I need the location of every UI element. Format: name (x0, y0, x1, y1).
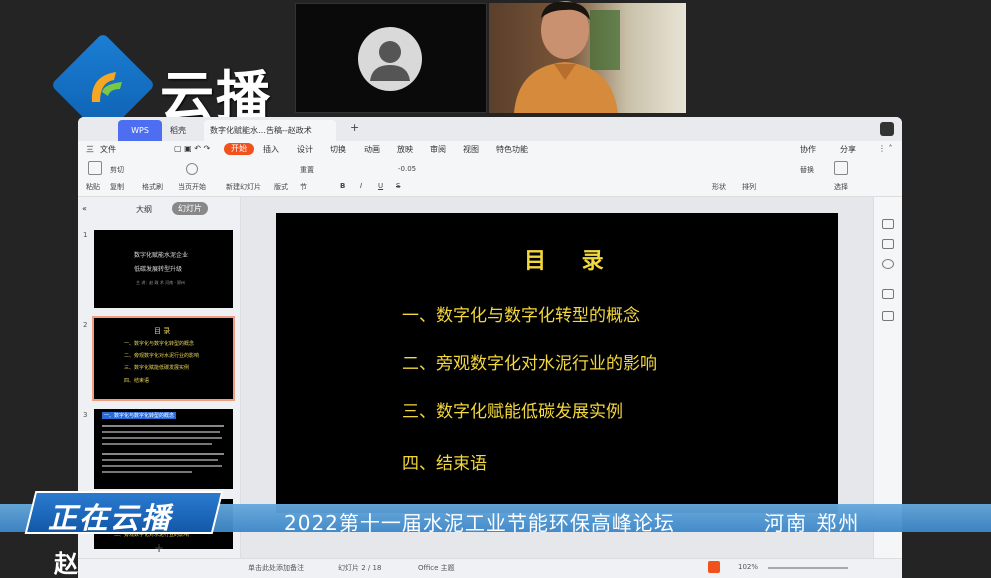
copy-button[interactable]: 复制 (110, 182, 124, 192)
format-painter-button[interactable]: 格式刷 (142, 182, 163, 192)
thumb-item: 二、旁观数字化对水泥行业的影响 (124, 353, 200, 359)
menu-transition[interactable]: 切换 (330, 144, 346, 155)
menu-bar: 三 文件 ▢ ▣ ↶ ↷ 开始 插入 设计 切换 动画 放映 审阅 视图 特色功… (78, 141, 902, 157)
magic-icon[interactable] (882, 289, 894, 299)
paste-icon[interactable] (88, 161, 102, 175)
tab-slides[interactable]: 幻灯片 (172, 202, 208, 215)
italic-button[interactable]: I (360, 182, 362, 190)
thumb-text-line (102, 459, 218, 461)
thumb-header: 一、数字化与数字化转型的概念 (102, 412, 177, 419)
thumb-item: 三、数字化赋能低碳发展实例 (124, 365, 190, 371)
menu-file[interactable]: 文件 (100, 144, 116, 155)
tab-bar: WPS 稻壳 数字化赋能水…告稿--赵政术 + (78, 117, 902, 141)
tab-outline[interactable]: 大纲 (136, 204, 152, 215)
add-slide-button[interactable]: + (154, 541, 164, 555)
thumb-title: 目 录 (154, 327, 171, 335)
thumb-subtitle: 主 讲：赵 政 术 河南 · 郑州 (136, 280, 185, 285)
slide-item-2: 二、旁观数字化对水泥行业的影响 (402, 354, 657, 374)
zoom-level: 102% (738, 563, 759, 571)
slide-number: 2 (83, 321, 88, 329)
event-title: 2022第十一届水泥工业节能环保高峰论坛 (284, 511, 675, 535)
copy-format-icon[interactable] (882, 311, 894, 321)
select-button[interactable]: 选择 (834, 182, 848, 192)
thumb-text-line (102, 437, 222, 439)
history-icon[interactable] (882, 259, 894, 269)
bold-button[interactable]: B (340, 182, 345, 190)
slide-thumbnail-3[interactable]: 一、数字化与数字化转型的概念 (94, 409, 233, 489)
menu-design[interactable]: 设计 (297, 144, 313, 155)
zoom-slider[interactable] (768, 567, 848, 569)
cut-button[interactable]: 剪切 (110, 165, 124, 175)
window-control-icon[interactable] (880, 122, 894, 136)
screen: 云播 WPS 稻壳 数字化赋能水…告稿--赵政术 + 三 文件 ▢ ▣ ↶ ↷ … (0, 0, 991, 578)
thumb-text-line (102, 431, 220, 433)
menu-features[interactable]: 特色功能 (496, 144, 528, 155)
shapes-button[interactable]: 形状 (712, 182, 726, 192)
avatar-placeholder-icon (358, 27, 422, 91)
replace-button[interactable]: 替换 (800, 165, 814, 175)
share-button[interactable]: 分享 (840, 144, 856, 155)
play-slideshow-icon[interactable] (708, 561, 720, 573)
thumb-item: 四、结束语 (124, 378, 150, 384)
menu-file-icons[interactable]: ▢ ▣ ↶ ↷ (174, 144, 210, 153)
menu-slideshow[interactable]: 放映 (397, 144, 413, 155)
style-icon[interactable] (882, 239, 894, 249)
start-current-button[interactable]: 当页开始 (178, 182, 206, 192)
tab-document[interactable]: 数字化赋能水…告稿--赵政术 (204, 120, 336, 141)
thumb-text-line (102, 425, 224, 427)
event-location: 河南 郑州 (764, 511, 861, 535)
paste-button[interactable]: 粘贴 (86, 182, 100, 192)
slide-item-4: 四、结束语 (402, 454, 487, 474)
slide-number: 3 (83, 411, 88, 419)
logo-swoosh-icon (91, 72, 122, 102)
thumb-text-line (102, 453, 224, 455)
font-size-field[interactable]: -0.05 (398, 165, 416, 173)
menu-insert[interactable]: 插入 (263, 144, 279, 155)
menu-hamburger[interactable]: 三 (86, 144, 94, 155)
collab-button[interactable]: 协作 (800, 144, 816, 155)
thumb-text-line (102, 443, 212, 445)
current-slide[interactable]: 目 录 一、数字化与数字化转型的概念 二、旁观数字化对水泥行业的影响 三、数字化… (276, 213, 838, 513)
new-tab-button[interactable]: + (350, 121, 359, 134)
thumb-title: 数字化赋能水泥企业 (134, 252, 189, 259)
menu-review[interactable]: 审阅 (430, 144, 446, 155)
select-icon[interactable] (834, 161, 848, 175)
status-bar: 单击此处添加备注 幻灯片 2 / 18 Office 主题 102% (78, 558, 902, 578)
slide-title: 目 录 (524, 248, 618, 274)
tab-wps[interactable]: WPS (118, 120, 162, 141)
slide-item-3: 三、数字化赋能低碳发展实例 (402, 402, 623, 422)
thumb-text-line (102, 465, 222, 467)
notes-hint[interactable]: 单击此处添加备注 (248, 563, 304, 573)
slide-item-1: 一、数字化与数字化转型的概念 (402, 306, 640, 326)
layout-button[interactable]: 版式 (274, 182, 288, 192)
settings-icon[interactable] (882, 219, 894, 229)
slide-number: 1 (83, 231, 88, 239)
live-badge-text: 正在云播 (48, 501, 173, 535)
speaker-figure (514, 1, 620, 113)
more-icon[interactable]: ⋮ ˄ (878, 144, 893, 153)
tab-docer[interactable]: 稻壳 (164, 120, 208, 141)
arrange-button[interactable]: 排列 (742, 182, 756, 192)
menu-animation[interactable]: 动画 (364, 144, 380, 155)
theme-label: Office 主题 (418, 564, 455, 572)
thumb-item: 一、数字化与数字化转型的概念 (124, 341, 195, 347)
slide-thumbnail-2[interactable]: 目 录 一、数字化与数字化转型的概念 二、旁观数字化对水泥行业的影响 三、数字化… (92, 316, 235, 401)
slide-info: 幻灯片 2 / 18 (338, 564, 382, 572)
underline-button[interactable]: U (378, 182, 383, 190)
reset-button[interactable]: 重置 (300, 165, 314, 175)
menu-view[interactable]: 视图 (463, 144, 479, 155)
slide-thumbnail-1[interactable]: 数字化赋能水泥企业 低碳发展转型升级 主 讲：赵 政 术 河南 · 郑州 (94, 230, 233, 308)
menu-home[interactable]: 开始 (224, 143, 254, 155)
section-button[interactable]: 节 (300, 182, 307, 192)
speaker-name: 赵 (54, 550, 78, 578)
thumb-text-line (102, 471, 192, 473)
thumb-title: 低碳发展转型升级 (134, 266, 183, 273)
strike-button[interactable]: S (396, 182, 400, 190)
new-slide-button[interactable]: 新建幻灯片 (226, 182, 261, 192)
collapse-panel-icon[interactable]: « (82, 204, 87, 213)
play-icon[interactable] (186, 163, 198, 175)
ribbon-toolbar: 粘贴 剪切 复制 格式刷 当页开始 新建幻灯片 版式 节 重置 -0.05 B … (78, 157, 902, 197)
